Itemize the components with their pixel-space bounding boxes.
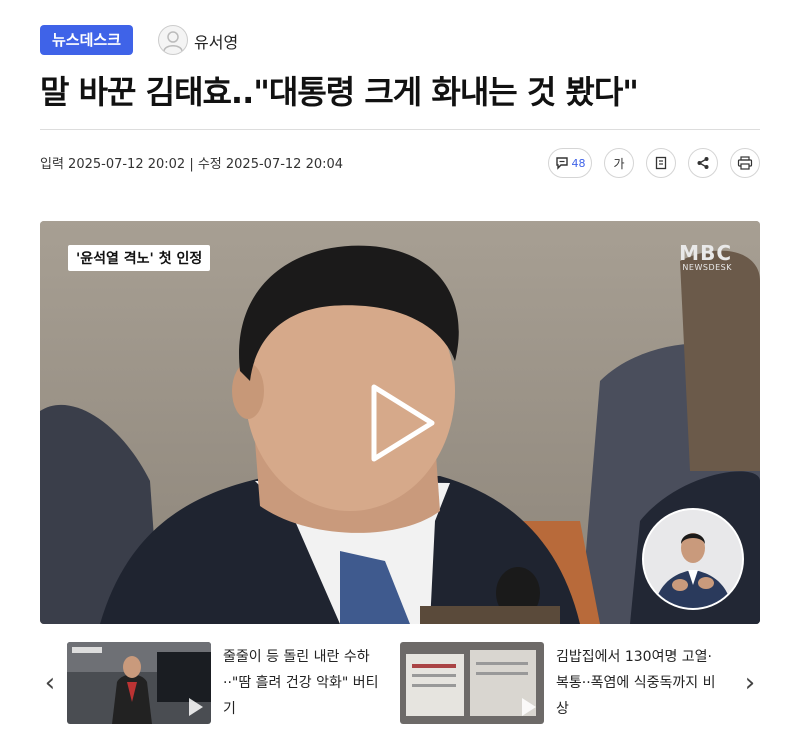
sign-language-interpreter [642,508,744,610]
comment-button[interactable]: 48 [548,148,592,178]
related-item[interactable]: 김밥집에서 130여명 고열·복통··폭염에 식중독까지 비상 [400,642,720,724]
author-avatar-icon [158,25,188,55]
play-icon [522,698,536,716]
share-icon [697,157,709,169]
play-icon [189,698,203,716]
print-icon [737,156,753,170]
article-headline: 말 바꾼 김태효.."대통령 크게 화내는 것 봤다" [40,73,639,111]
article-dates: 입력 2025-07-12 20:02 | 수정 2025-07-12 20:0… [40,157,344,172]
next-arrow-icon[interactable]: › [740,668,760,698]
print-button[interactable] [730,148,760,178]
section-badge[interactable]: 뉴스데스크 [40,25,134,55]
font-size-button[interactable]: 가 [604,148,634,178]
related-title[interactable]: 김밥집에서 130여명 고열·복통··폭염에 식중독까지 비상 [556,644,716,722]
related-title[interactable]: 줄줄이 등 돌린 내란 수하··"땀 흘려 건강 악화" 버티기 [223,644,383,722]
header-divider [40,129,760,130]
related-item[interactable]: 줄줄이 등 돌린 내란 수하··"땀 흘려 건강 악화" 버티기 [67,642,397,724]
prev-arrow-icon[interactable]: ‹ [40,668,60,698]
reader-icon [655,156,667,170]
author-name[interactable]: 유서영 [194,29,238,53]
share-button[interactable] [688,148,718,178]
article-toolbar: 48 가 [548,148,760,178]
related-thumbnail[interactable] [67,642,211,724]
reader-button[interactable] [646,148,676,178]
video-caption: '윤석열 격노' 첫 인정 [68,245,211,271]
video-player[interactable]: '윤석열 격노' 첫 인정 MBC NEWSDESK [40,221,760,624]
mbc-logo: MBC NEWSDESK [679,241,732,272]
comment-icon [555,157,568,170]
font-size-icon: 가 [613,156,625,171]
play-icon[interactable] [368,383,438,463]
related-thumbnail[interactable] [400,642,544,724]
comment-count: 48 [571,156,586,170]
related-videos: ‹ 줄줄이 등 돌린 내란 수하··"땀 흘려 건강 악화" 버티기 김밥집에서… [0,640,788,730]
